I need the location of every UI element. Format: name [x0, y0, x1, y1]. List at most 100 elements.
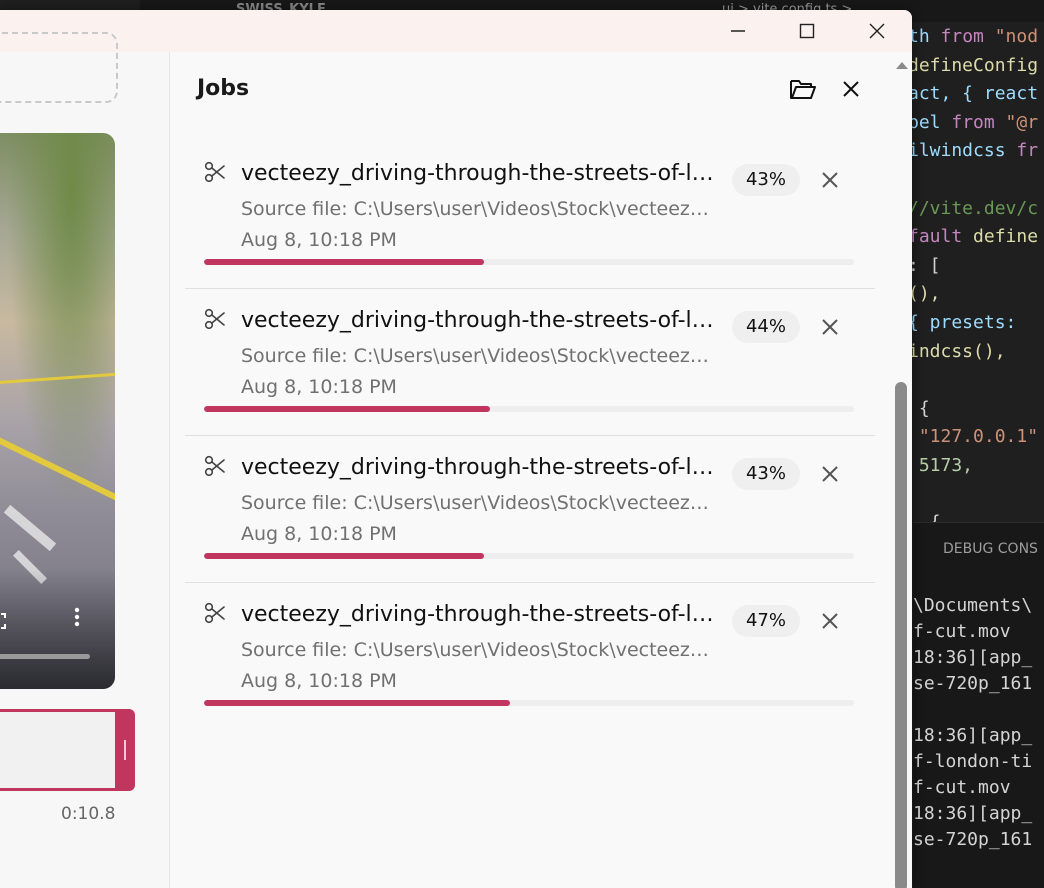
job-progress-fill	[204, 700, 510, 706]
cancel-job-button[interactable]	[817, 461, 843, 487]
code-token: fault	[908, 226, 974, 248]
code-token: 5173,	[908, 455, 974, 476]
code-token: from	[951, 111, 995, 133]
scroll-thumb[interactable]	[895, 382, 907, 888]
code-token: bel	[908, 111, 952, 133]
video-road-stripe	[3, 504, 57, 552]
close-window-button[interactable]	[842, 10, 912, 52]
close-panel-button[interactable]	[836, 74, 866, 104]
code-token: (),	[908, 283, 941, 305]
job-item: vecteezy_driving-through-the-streets-of-…	[185, 437, 875, 583]
code-token: th	[908, 26, 941, 47]
job-item: vecteezy_driving-through-the-streets-of-…	[185, 584, 875, 730]
code-line: th from "nod	[908, 26, 1038, 47]
code-token: "127.0.0.1"	[908, 426, 1039, 448]
code-token: : [	[908, 254, 941, 276]
close-icon	[822, 613, 838, 629]
job-source-file: Source file: C:\Users\user\Videos\Stock\…	[241, 345, 711, 367]
close-icon	[822, 466, 838, 482]
code-line: indcss(),	[908, 341, 1006, 362]
job-progress-fill	[204, 406, 490, 412]
code-token: define	[973, 226, 1039, 248]
job-filename: vecteezy_driving-through-the-streets-of-…	[241, 161, 721, 186]
code-line: bel from "@r	[908, 112, 1038, 133]
close-icon	[869, 23, 885, 39]
code-line: { presets:	[908, 312, 1016, 333]
more-options-icon[interactable]	[74, 607, 80, 627]
code-token: "nod	[983, 26, 1039, 47]
scissors-icon	[204, 602, 225, 624]
folder-open-icon	[790, 80, 816, 99]
minimize-button[interactable]	[703, 10, 773, 52]
video-road-marking	[0, 433, 115, 505]
job-timestamp: Aug 8, 10:18 PM	[241, 523, 397, 545]
trim-end-handle[interactable]	[115, 709, 135, 791]
code-token: indcss(),	[908, 340, 1006, 362]
code-line: ilwindcss fr	[908, 140, 1038, 161]
code-token: {	[908, 512, 941, 522]
debug-output-line: 18:36][app_	[913, 647, 1033, 668]
app-window: 0:10.8 Jobs vecteezy_driving-through-the…	[0, 10, 912, 888]
code-line: defineConfig	[908, 55, 1038, 76]
job-item: vecteezy_driving-through-the-streets-of-…	[185, 143, 875, 289]
scissors-icon	[204, 308, 225, 330]
video-road-marking	[0, 372, 115, 386]
editor-code: th from "nod defineConfig act, { react bel …	[904, 26, 1044, 522]
debug-output-line: se-720p_161	[913, 673, 1033, 694]
code-line: 5173,	[908, 455, 973, 476]
maximize-icon	[799, 23, 815, 39]
job-filename: vecteezy_driving-through-the-streets-of-…	[241, 308, 721, 333]
editor-pane: 0:10.8	[0, 32, 169, 888]
code-line: : [	[908, 255, 941, 276]
job-progress-bar	[204, 406, 854, 412]
job-timestamp: Aug 8, 10:18 PM	[241, 670, 397, 692]
cancel-job-button[interactable]	[817, 314, 843, 340]
job-progress-bar	[204, 553, 854, 559]
cancel-job-button[interactable]	[817, 608, 843, 634]
debug-output-line: \Documents\	[913, 595, 1033, 616]
minimize-icon	[731, 30, 745, 32]
job-separator	[185, 288, 875, 289]
debug-console: DEBUG CONS \Documents\ f-cut.mov 18:36][ap…	[913, 522, 1044, 888]
debug-output-line: 18:36][app_	[913, 725, 1033, 746]
code-line: {	[908, 512, 941, 522]
job-filename: vecteezy_driving-through-the-streets-of-…	[241, 602, 721, 627]
code-token: ilwindcss	[908, 140, 1017, 162]
code-line: (),	[908, 283, 941, 304]
job-progress-badge: 47%	[732, 605, 800, 637]
code-line: act, { react	[908, 83, 1038, 104]
fullscreen-icon[interactable]	[0, 613, 6, 629]
close-icon	[843, 81, 859, 97]
job-timestamp: Aug 8, 10:18 PM	[241, 376, 397, 398]
job-separator	[185, 582, 875, 583]
close-icon	[822, 172, 838, 188]
debug-output-line: se-720p_161	[913, 829, 1033, 850]
debug-output-line: f-cut.mov	[913, 621, 1011, 642]
job-separator	[185, 435, 875, 436]
code-token: from	[940, 26, 984, 47]
debug-console-title[interactable]: DEBUG CONS	[943, 541, 1038, 557]
job-timestamp: Aug 8, 10:18 PM	[241, 229, 397, 251]
maximize-button[interactable]	[772, 10, 842, 52]
jobs-scrollbar[interactable]	[892, 52, 912, 888]
cancel-job-button[interactable]	[817, 167, 843, 193]
job-source-file: Source file: C:\Users\user\Videos\Stock\…	[241, 492, 711, 514]
job-item: vecteezy_driving-through-the-streets-of-…	[185, 290, 875, 436]
jobs-panel: Jobs vecteezy_driving-through-the-street…	[170, 52, 892, 888]
open-folder-button[interactable]	[788, 74, 818, 104]
code-line: //vite.dev/c	[908, 198, 1038, 219]
video-preview[interactable]	[0, 133, 115, 689]
job-progress-bar	[204, 259, 854, 265]
scissors-icon	[204, 455, 225, 477]
video-seek-bar[interactable]	[0, 654, 90, 659]
trim-range[interactable]	[0, 709, 117, 791]
scroll-up-arrow-icon[interactable]	[894, 58, 910, 72]
file-dropzone[interactable]	[0, 32, 118, 103]
job-progress-badge: 43%	[732, 458, 800, 490]
debug-output-line: f-london-ti	[913, 751, 1033, 772]
code-token: "@r	[994, 111, 1039, 133]
job-source-file: Source file: C:\Users\user\Videos\Stock\…	[241, 198, 711, 220]
duration-label: 0:10.8	[61, 804, 116, 824]
debug-output-line: f-cut.mov	[913, 777, 1011, 798]
code-token: act, { react	[908, 83, 1039, 105]
